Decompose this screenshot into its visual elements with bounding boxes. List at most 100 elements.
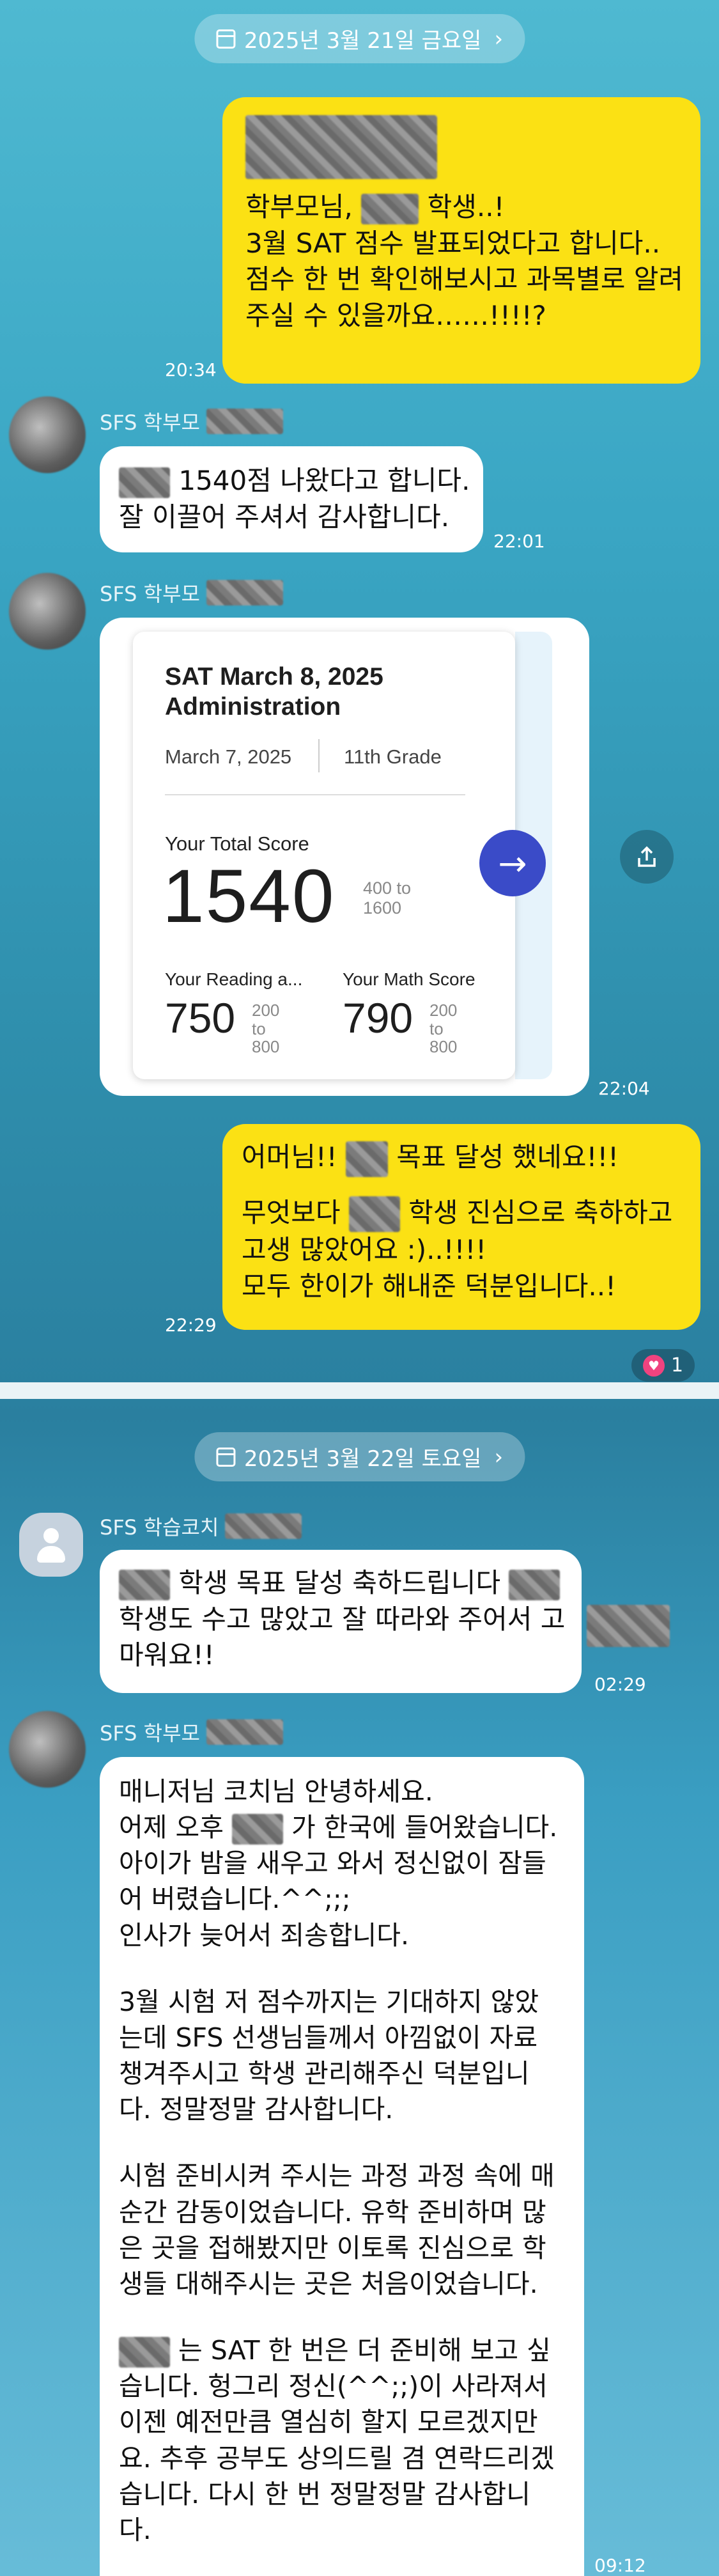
message-text: 이젠 예전만큼 열심히 할지 모르겠지만: [119, 2407, 538, 2438]
sender-name: SFS 학부모: [100, 407, 283, 436]
message-line: 무엇보다 학생 진심으로 축하하고: [242, 1195, 681, 1232]
reaction-count: 1: [671, 1354, 684, 1377]
message-text: 순간 감동이었습니다. 유학 준비하며 많: [119, 2196, 546, 2228]
reading-score-range: 200 to 800: [252, 1001, 280, 1057]
calendar-icon: [215, 1447, 235, 1467]
message-text: 챙겨주시고 학생 관리해주신 덕분입니: [119, 2058, 530, 2089]
parent-long-message-bubble[interactable]: 매니저님 코치님 안녕하세요. 어제 오후 가 한국에 들어왔습니다. 아이가 …: [100, 1757, 584, 2576]
reaction-badge[interactable]: ♥ 1: [631, 1349, 695, 1382]
total-score-label: Your Total Score: [165, 832, 309, 855]
sat-score-card: SAT March 8, 2025 Administration March 7…: [133, 632, 515, 1079]
message-text: 1540점 나왔다고 합니다.: [178, 465, 470, 496]
message-text: 시험 준비시켜 주시는 과정 과정 속에 매: [119, 2160, 555, 2192]
message-text: 목표 달성 했네요!!!: [396, 1141, 619, 1173]
test-date: March 7, 2025: [165, 745, 292, 768]
message-time: 22:01: [493, 531, 545, 552]
message-text: 학생 목표 달성 축하드립니다: [178, 1567, 501, 1598]
sender-name: SFS 학부모: [100, 1717, 283, 1747]
message-text: 마워요!!: [119, 1639, 215, 1671]
arrow-right-icon[interactable]: →: [479, 830, 546, 896]
message-text: 습니다. 헝그리 정신(^^;;)이 사라져서: [119, 2371, 548, 2402]
message-line: 학부모님, 학생..!: [245, 189, 677, 226]
parent-message-bubble[interactable]: 1540점 나왔다고 합니다. 잘 이끌어 주셔서 감사합니다.: [100, 446, 483, 552]
message-text: 인사가 늦어서 죄송합니다.: [119, 1919, 410, 1951]
sender-name: SFS 학부모: [100, 578, 283, 607]
coach-message-bubble[interactable]: 학생 목표 달성 축하드립니다 학생도 수고 많았고 잘 따라와 주어서 고 마…: [100, 1550, 582, 1693]
my-message-bubble[interactable]: 학부모님, 학생..! 3월 SAT 점수 발표되었다고 합니다.. 점수 한 …: [222, 97, 700, 384]
date-divider-2[interactable]: 2025년 3월 22일 토요일 ›: [194, 1432, 525, 1481]
blurred-name: [361, 193, 419, 224]
divider: [165, 794, 465, 795]
sender-label: SFS 학부모: [100, 1721, 200, 1745]
total-score-range: 400 to 1600: [363, 878, 412, 918]
blurred-name: [119, 2337, 170, 2368]
message-time: 02:29: [594, 1674, 646, 1695]
date-divider-1[interactable]: 2025년 3월 21일 금요일 ›: [194, 14, 525, 63]
message-time: 09:12: [594, 2555, 646, 2576]
math-score: 790: [343, 994, 414, 1042]
message-text: 잘 이끌어 주셔서 감사합니다.: [119, 501, 450, 533]
message-text: 아이가 밤을 새우고 와서 정신없이 잠들: [119, 1848, 546, 1879]
message-text: 는데 SFS 선생님들께서 아낌없이 자료: [119, 2022, 538, 2053]
message-text: 학생도 수고 많았고 잘 따라와 주어서 고: [119, 1603, 566, 1635]
message-time: 20:34: [165, 359, 217, 380]
person-icon: [43, 1528, 59, 1543]
message-text: 다. 정말정말 감사합니다.: [119, 2094, 394, 2125]
message-text: 학생..!: [427, 191, 505, 222]
avatar[interactable]: [9, 573, 86, 650]
avatar[interactable]: [9, 1711, 86, 1788]
blurred-name: [225, 1513, 302, 1539]
blurred-name: [231, 1814, 283, 1845]
heart-icon: ♥: [643, 1354, 665, 1377]
avatar[interactable]: [19, 1513, 83, 1577]
message-text: 점수 한 번 확인해보시고 과목별로 알려: [245, 263, 683, 295]
message-text: 어제 오후: [119, 1812, 224, 1843]
message-time: 22:04: [598, 1078, 650, 1099]
total-score: 1540: [162, 854, 336, 939]
divider: [318, 739, 320, 772]
date-label: 2025년 3월 22일 토요일: [244, 1446, 482, 1472]
message-text: 무엇보다: [242, 1196, 341, 1228]
score-card-title: SAT March 8, 2025 Administration: [165, 663, 383, 721]
blurred-name: [348, 1196, 400, 1232]
message-text: 모두 한이가 해내준 덕분입니다..!: [242, 1270, 616, 1302]
sender-label: SFS 학부모: [100, 582, 200, 606]
math-score-label: Your Math Score: [343, 969, 475, 989]
message-text: 3월 시험 저 점수까지는 기대하지 않았: [119, 1986, 539, 2017]
message-time: 22:29: [165, 1315, 217, 1336]
avatar[interactable]: [9, 396, 86, 473]
sender-name: SFS 학습코치: [100, 1511, 302, 1541]
my-message-bubble[interactable]: 어머님!! 목표 달성 했네요!!! 무엇보다 학생 진심으로 축하하고 고생 …: [222, 1124, 700, 1330]
message-text: 고생 많았어요 :)..!!!!: [242, 1234, 487, 1265]
message-text: 학부모님,: [245, 191, 353, 222]
blurred-name: [509, 1569, 561, 1600]
message-text: 매니저님 코치님 안녕하세요.: [119, 1776, 433, 1807]
chevron-right-icon: ›: [494, 1444, 504, 1470]
message-text: 학생 진심으로 축하하고: [408, 1196, 673, 1228]
person-icon-body: [37, 1546, 65, 1563]
blurred-image: [245, 115, 437, 179]
blurred-name: [206, 580, 283, 605]
message-text: 주실 수 있을까요……!!!!?: [245, 300, 546, 332]
message-text: 는 SAT 한 번은 더 준비해 보고 싶: [178, 2335, 551, 2366]
blurred-name: [206, 1719, 283, 1745]
share-icon[interactable]: [620, 830, 674, 884]
message-line: 어머님!! 목표 달성 했네요!!!: [242, 1139, 681, 1177]
screenshot-divider: [0, 1382, 719, 1399]
blurred-name: [206, 409, 283, 434]
calendar-icon: [215, 29, 235, 49]
message-line: 어제 오후 가 한국에 들어왔습니다.: [119, 1809, 565, 1845]
message-text: 생들 대해주시는 곳은 처음이었습니다.: [119, 2268, 538, 2299]
message-text: 3월 SAT 점수 발표되었다고 합니다..: [245, 227, 661, 259]
message-text: 어머님!!: [242, 1141, 337, 1173]
message-text: 습니다. 다시 한 번 정말정말 감사합니: [119, 2478, 530, 2510]
reading-score-label: Your Reading a...: [165, 969, 303, 989]
grade: 11th Grade: [344, 745, 442, 768]
message-text: 요. 추후 공부도 상의드릴 겸 연락드리겠: [119, 2442, 555, 2474]
chevron-right-icon: ›: [494, 26, 504, 52]
message-line: 학생 목표 달성 축하드립니다: [119, 1565, 562, 1602]
message-text: 은 곳을 접해봤지만 이토록 진심으로 학: [119, 2232, 546, 2263]
